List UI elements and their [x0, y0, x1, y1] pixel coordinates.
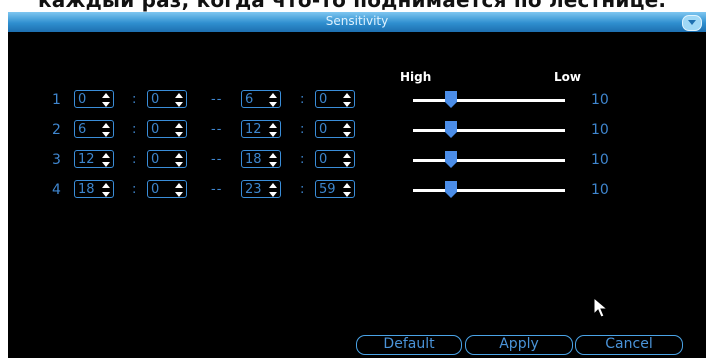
sensitivity-slider[interactable] [413, 91, 565, 108]
sensitivity-dialog: Sensitivity High Low 1 0 : 0 -- 6 : 0 10 [8, 12, 706, 358]
end-hour-spinner[interactable]: 12 [241, 120, 281, 138]
spinner-arrows-icon[interactable] [343, 123, 351, 137]
dash-separator: -- [211, 152, 223, 167]
sensitivity-slider[interactable] [413, 181, 565, 198]
schedule-row-2: 2 6 : 0 -- 12 : 0 10 [8, 120, 706, 140]
spinner-value: 59 [319, 182, 336, 197]
spinner-value: 0 [151, 92, 160, 107]
sensitivity-slider[interactable] [413, 151, 565, 168]
schedule-row-3: 3 12 : 0 -- 18 : 0 10 [8, 150, 706, 170]
sensitivity-slider[interactable] [413, 121, 565, 138]
slider-thumb[interactable] [445, 91, 457, 108]
row-index: 3 [52, 152, 61, 168]
sensitivity-value: 10 [591, 92, 609, 108]
end-minute-spinner[interactable]: 59 [315, 180, 355, 198]
start-hour-spinner[interactable]: 6 [74, 120, 114, 138]
colon-separator: : [132, 122, 137, 137]
end-hour-spinner[interactable]: 6 [241, 90, 281, 108]
dialog-title: Sensitivity [325, 14, 389, 28]
schedule-row-1: 1 0 : 0 -- 6 : 0 10 [8, 90, 706, 110]
start-minute-spinner[interactable]: 0 [147, 120, 187, 138]
spinner-value: 0 [319, 122, 328, 137]
colon-separator: : [300, 92, 305, 107]
low-label: Low [554, 70, 581, 84]
spinner-value: 12 [78, 152, 95, 167]
slider-thumb[interactable] [445, 181, 457, 198]
end-minute-spinner[interactable]: 0 [315, 150, 355, 168]
start-minute-spinner[interactable]: 0 [147, 150, 187, 168]
spinner-arrows-icon[interactable] [269, 183, 277, 197]
colon-separator: : [132, 182, 137, 197]
end-hour-spinner[interactable]: 18 [241, 150, 281, 168]
colon-separator: : [300, 122, 305, 137]
spinner-value: 12 [245, 122, 262, 137]
dash-separator: -- [211, 92, 223, 107]
spinner-value: 0 [319, 152, 328, 167]
title-bar: Sensitivity [8, 12, 706, 32]
spinner-arrows-icon[interactable] [269, 153, 277, 167]
spinner-arrows-icon[interactable] [175, 123, 183, 137]
caption-label: каждый раз, когда что-то поднимается по … [38, 0, 667, 12]
cancel-button[interactable]: Cancel [575, 335, 683, 355]
spinner-arrows-icon[interactable] [175, 183, 183, 197]
start-minute-spinner[interactable]: 0 [147, 180, 187, 198]
spinner-value: 18 [245, 152, 262, 167]
spinner-arrows-icon[interactable] [269, 93, 277, 107]
spinner-value: 6 [245, 92, 254, 107]
spinner-value: 0 [319, 92, 328, 107]
start-hour-spinner[interactable]: 12 [74, 150, 114, 168]
schedule-row-4: 4 18 : 0 -- 23 : 59 10 [8, 180, 706, 200]
row-index: 4 [52, 182, 61, 198]
start-hour-spinner[interactable]: 18 [74, 180, 114, 198]
spinner-value: 0 [151, 182, 160, 197]
spinner-arrows-icon[interactable] [343, 153, 351, 167]
sensitivity-value: 10 [591, 152, 609, 168]
colon-separator: : [132, 92, 137, 107]
start-hour-spinner[interactable]: 0 [74, 90, 114, 108]
slider-thumb[interactable] [445, 121, 457, 138]
spinner-arrows-icon[interactable] [102, 183, 110, 197]
dash-separator: -- [211, 122, 223, 137]
spinner-value: 23 [245, 182, 262, 197]
sensitivity-value: 10 [591, 122, 609, 138]
end-minute-spinner[interactable]: 0 [315, 90, 355, 108]
row-index: 2 [52, 122, 61, 138]
spinner-arrows-icon[interactable] [269, 123, 277, 137]
spinner-value: 0 [151, 152, 160, 167]
spinner-value: 0 [78, 92, 87, 107]
high-label: High [400, 70, 432, 84]
spinner-arrows-icon[interactable] [102, 123, 110, 137]
spinner-value: 0 [151, 122, 160, 137]
spinner-arrows-icon[interactable] [175, 93, 183, 107]
caption-text: каждый раз, когда что-то поднимается по … [0, 0, 706, 12]
colon-separator: : [300, 182, 305, 197]
spinner-arrows-icon[interactable] [343, 183, 351, 197]
mouse-pointer-icon [593, 297, 609, 318]
row-index: 1 [52, 92, 61, 108]
end-hour-spinner[interactable]: 23 [241, 180, 281, 198]
start-minute-spinner[interactable]: 0 [147, 90, 187, 108]
dash-separator: -- [211, 182, 223, 197]
apply-button[interactable]: Apply [465, 335, 573, 355]
default-button[interactable]: Default [356, 335, 462, 355]
end-minute-spinner[interactable]: 0 [315, 120, 355, 138]
close-icon[interactable] [682, 15, 702, 31]
colon-separator: : [132, 152, 137, 167]
slider-thumb[interactable] [445, 151, 457, 168]
colon-separator: : [300, 152, 305, 167]
sensitivity-value: 10 [591, 182, 609, 198]
spinner-arrows-icon[interactable] [102, 93, 110, 107]
spinner-value: 18 [78, 182, 95, 197]
spinner-value: 6 [78, 122, 87, 137]
spinner-arrows-icon[interactable] [102, 153, 110, 167]
spinner-arrows-icon[interactable] [175, 153, 183, 167]
spinner-arrows-icon[interactable] [343, 93, 351, 107]
